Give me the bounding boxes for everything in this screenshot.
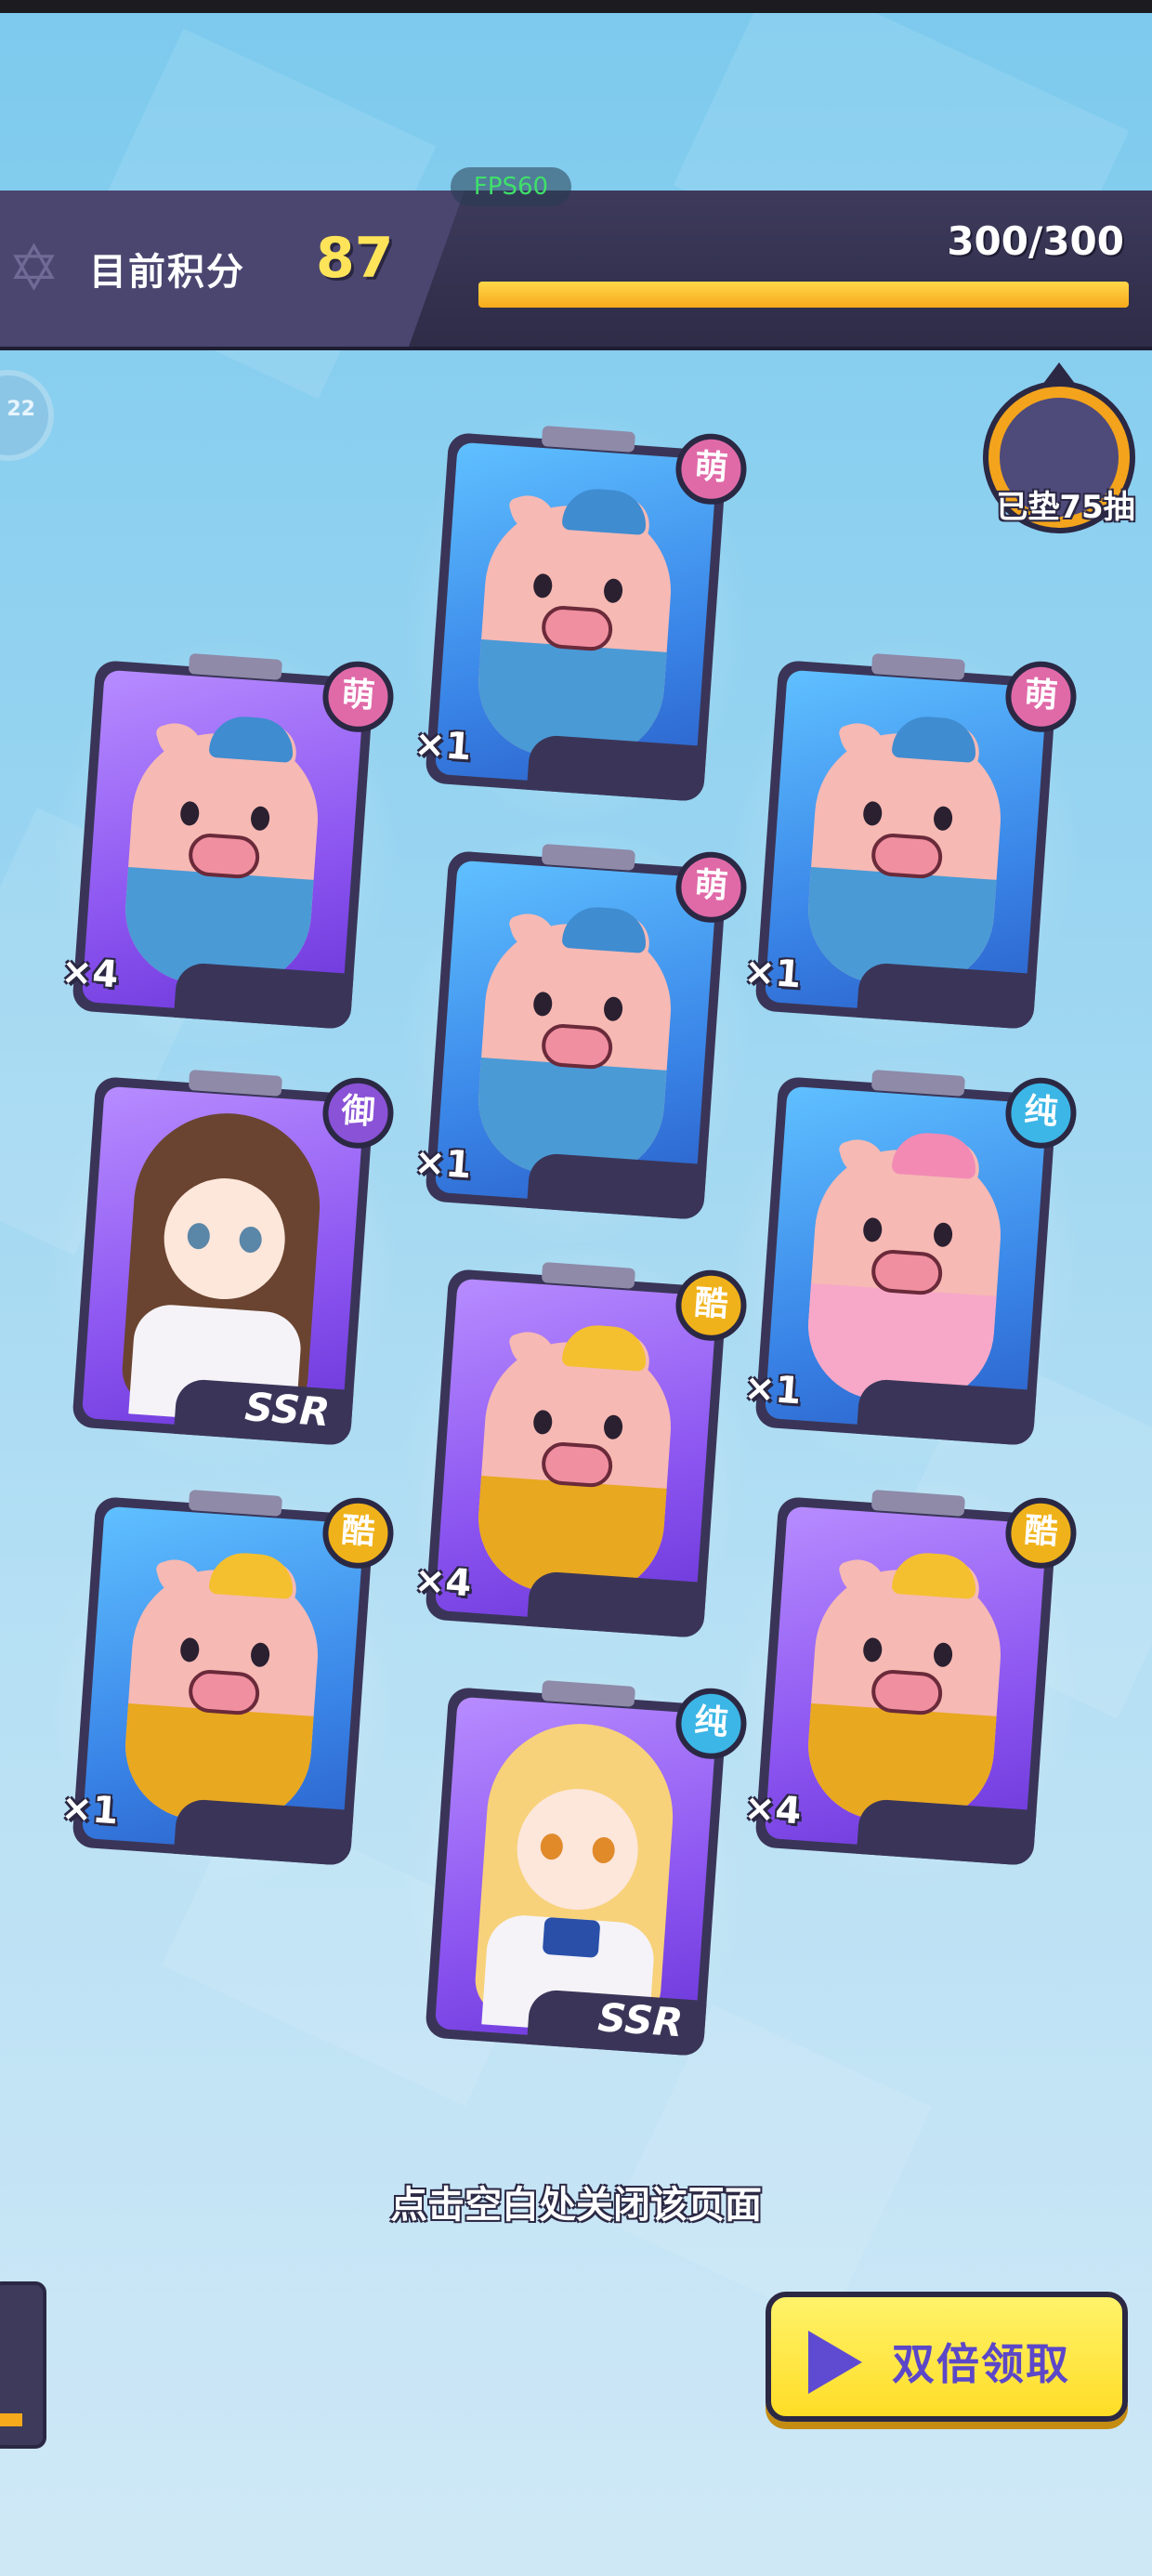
pity-label: 已垫75抽 — [996, 489, 1135, 526]
reward-card[interactable]: 酷 ×4 — [714, 1456, 1097, 1908]
pig-character — [473, 1318, 678, 1600]
close-hint[interactable]: 点击空白处关闭该页面 — [0, 2175, 1152, 2228]
pig-character — [120, 709, 325, 992]
card-count: ×1 — [59, 1786, 120, 1833]
reward-card[interactable]: 御 SSR — [32, 1036, 414, 1488]
card-count: ×4 — [59, 950, 120, 997]
reward-card[interactable]: 酷 ×4 — [385, 1229, 767, 1680]
reward-card[interactable]: 萌 ×1 — [385, 392, 767, 844]
pig-character — [803, 709, 1008, 992]
ssr-character — [453, 1716, 697, 2038]
reward-card[interactable]: 纯 SSR — [385, 1647, 767, 2098]
reward-card[interactable]: 萌 ×4 — [32, 620, 414, 1071]
pig-character — [473, 900, 678, 1182]
double-claim-button[interactable]: 双倍领取 — [766, 2292, 1128, 2422]
card-count: ×1 — [412, 722, 473, 769]
star-icon: ✡ — [7, 232, 60, 306]
score-label: 目前积分 — [89, 251, 245, 294]
progress-fill — [478, 282, 1129, 308]
status-strip — [0, 0, 1152, 13]
pig-character — [803, 1125, 1008, 1408]
reward-card[interactable]: 萌 ×1 — [714, 620, 1097, 1071]
play-icon — [808, 2331, 862, 2394]
progress-text: 300/300 — [947, 218, 1124, 264]
ssr-label: SSR — [596, 1994, 685, 2046]
score-header: ✡ 目前积分 87 300/300 — [0, 191, 1152, 350]
card-count: ×1 — [412, 1140, 473, 1188]
pig-character — [120, 1545, 325, 1828]
pity-counter[interactable]: 已垫75抽 — [983, 353, 1146, 539]
reward-card[interactable]: 纯 ×1 — [714, 1036, 1097, 1488]
side-menu-button[interactable] — [0, 2281, 46, 2449]
card-count: ×4 — [412, 1558, 473, 1606]
double-claim-label: 双倍领取 — [892, 2339, 1070, 2389]
ssr-label: SSR — [243, 1384, 332, 1436]
reward-card[interactable]: 酷 ×1 — [32, 1456, 414, 1908]
side-menu-bar — [0, 2413, 22, 2426]
ssr-character — [100, 1106, 344, 1427]
score-value: 87 — [316, 226, 394, 291]
reward-card[interactable]: 萌 ×1 — [385, 810, 767, 1262]
fps-counter: FPS60 — [451, 167, 571, 206]
pig-character — [473, 481, 678, 764]
pig-character — [803, 1545, 1008, 1828]
progress-bar — [478, 282, 1129, 308]
